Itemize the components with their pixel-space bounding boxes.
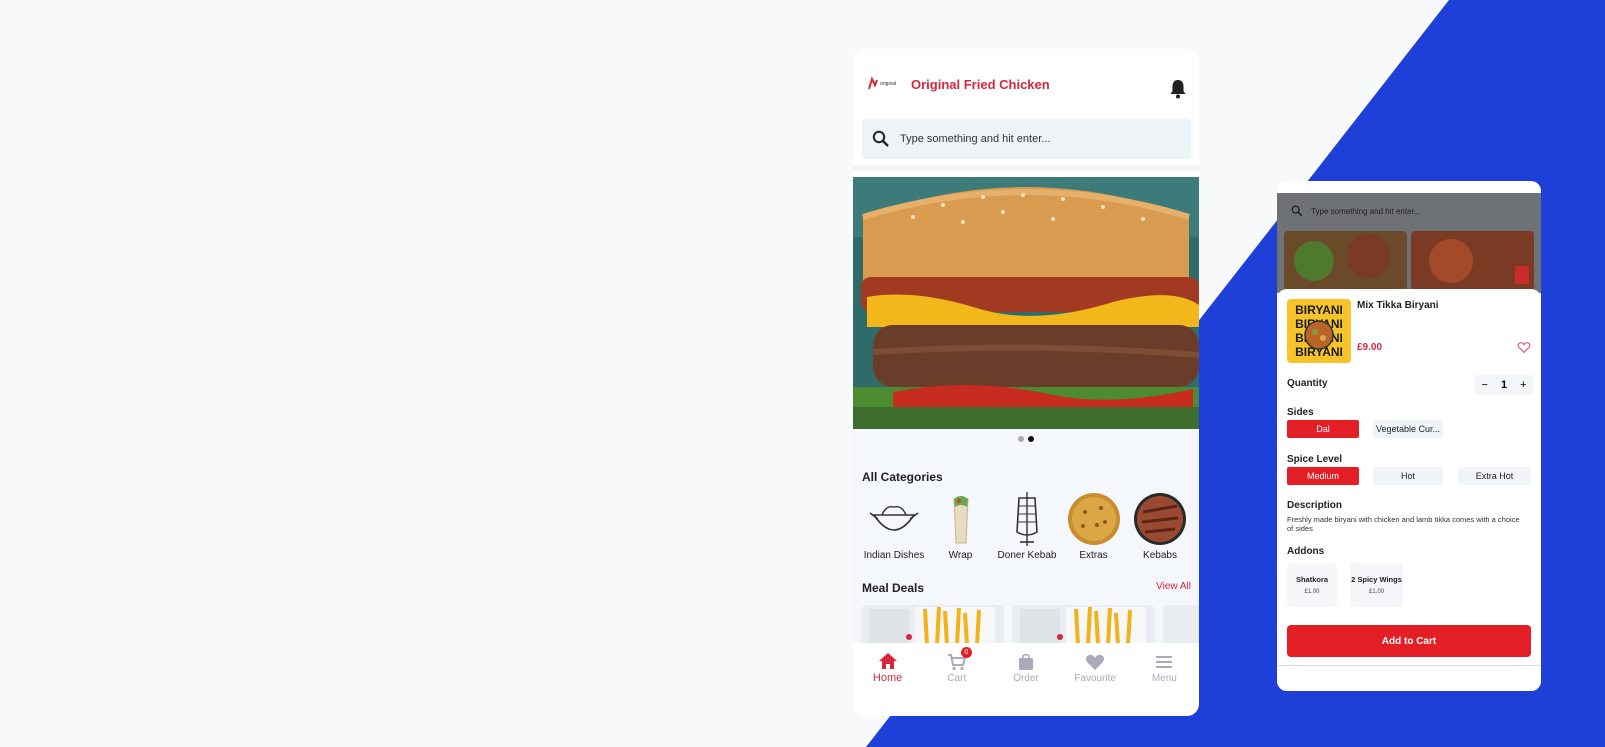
- meal-deal-card[interactable]: [1012, 605, 1155, 645]
- home-screen: original Original Fried Chicken Type som…: [853, 49, 1199, 716]
- search-icon: [872, 130, 889, 147]
- side-option-vegetable-curry[interactable]: Vegetable Cur...: [1373, 420, 1443, 438]
- decrease-button[interactable]: −: [1482, 379, 1488, 391]
- sides-label: Sides: [1287, 407, 1314, 418]
- heart-icon: [1086, 654, 1105, 670]
- categories-title: All Categories: [862, 470, 943, 484]
- bell-icon[interactable]: [1169, 79, 1187, 99]
- category-extras[interactable]: Extras: [1062, 492, 1126, 562]
- addon-name: 2 Spicy Wings: [1351, 575, 1402, 584]
- favourite-heart-icon[interactable]: [1517, 341, 1531, 354]
- search-icon: [1291, 205, 1303, 217]
- view-all-link[interactable]: View All: [1156, 581, 1191, 592]
- svg-text:original: original: [880, 81, 896, 87]
- description-label: Description: [1287, 500, 1343, 511]
- nav-label: Favourite: [1074, 672, 1116, 684]
- addons-label: Addons: [1287, 546, 1325, 557]
- category-label: Wrap: [948, 550, 973, 561]
- addon-shatkora[interactable]: Shatkora £1.00: [1287, 563, 1337, 607]
- side-option-dal[interactable]: Dal: [1287, 420, 1359, 438]
- category-label: Indian Dishes: [863, 550, 925, 561]
- product-bottom-sheet: BIRYANI BIRYANI BIRYANI BIRYANI Mix Tikk…: [1277, 289, 1541, 691]
- nav-order[interactable]: Order: [996, 653, 1056, 684]
- quantity-label: Quantity: [1287, 378, 1328, 389]
- search-bar[interactable]: Type something and hit enter...: [1277, 193, 1541, 229]
- spice-level-label: Spice Level: [1287, 454, 1343, 465]
- search-placeholder: Type something and hit enter...: [900, 133, 1051, 145]
- bottom-navigation: Home 0 Cart Order Favourite Menu: [853, 643, 1199, 693]
- category-label: Extras: [1079, 550, 1108, 561]
- food-image: [1411, 231, 1534, 291]
- addon-2-spicy-wings[interactable]: 2 Spicy Wings £1.00: [1350, 563, 1403, 607]
- carousel-dot[interactable]: [1018, 436, 1024, 442]
- nav-label: Cart: [947, 672, 967, 684]
- category-list: Indian Dishes Wrap Doner Kebab Extras Ke…: [862, 492, 1192, 562]
- extras-image: [1067, 492, 1121, 546]
- increase-button[interactable]: +: [1520, 379, 1526, 391]
- search-placeholder: Type something and hit enter...: [1311, 206, 1421, 216]
- category-label: Doner Kebab: [997, 550, 1057, 561]
- category-wrap[interactable]: Wrap: [929, 492, 993, 562]
- category-label: Kebabs: [1143, 550, 1177, 561]
- nav-menu[interactable]: Menu: [1134, 653, 1194, 684]
- carousel-indicator: [853, 436, 1199, 442]
- category-kebabs[interactable]: Kebabs: [1128, 492, 1192, 562]
- nav-label: Menu: [1151, 672, 1177, 684]
- meal-deals-title: Meal Deals: [862, 581, 925, 595]
- background-food-images: [1284, 231, 1534, 291]
- product-description: Freshly made biryani with chicken and la…: [1287, 515, 1520, 533]
- category-indian-dishes[interactable]: Indian Dishes: [862, 492, 926, 562]
- spice-option-medium[interactable]: Medium: [1287, 467, 1359, 485]
- doner-kebab-icon: [1000, 492, 1054, 546]
- nav-label: Order: [1013, 672, 1039, 684]
- addon-name: Shatkora: [1295, 575, 1329, 584]
- indian-dish-icon: [867, 492, 921, 546]
- nav-favourite[interactable]: Favourite: [1065, 653, 1125, 684]
- product-detail-screen: Type something and hit enter... BIRYANI …: [1277, 181, 1541, 691]
- promo-banner-burger[interactable]: [853, 177, 1199, 429]
- divider: [1277, 665, 1541, 666]
- meal-deal-card[interactable]: [861, 605, 1004, 645]
- product-name: Mix Tikka Biryani: [1357, 300, 1439, 311]
- svg-text:BIRYANI: BIRYANI: [1295, 303, 1343, 317]
- nav-home[interactable]: Home: [858, 652, 918, 684]
- order-bag-icon: [1018, 653, 1033, 670]
- app-title: Original Fried Chicken: [911, 76, 1050, 92]
- addon-price: £1.00: [1304, 589, 1320, 595]
- food-image: [1284, 231, 1407, 291]
- meal-deal-card[interactable]: [1163, 605, 1199, 645]
- nav-cart[interactable]: 0 Cart: [927, 646, 987, 684]
- category-doner-kebab[interactable]: Doner Kebab: [995, 492, 1059, 562]
- add-to-cart-button[interactable]: Add to Cart: [1287, 625, 1531, 657]
- meal-deals-list: [861, 605, 1199, 645]
- menu-icon: [1156, 655, 1173, 668]
- addon-price: £1.00: [1368, 589, 1384, 595]
- nav-label: Home: [872, 672, 903, 684]
- cart-badge: 0: [960, 646, 972, 658]
- spice-option-hot[interactable]: Hot: [1373, 467, 1443, 485]
- search-bar[interactable]: Type something and hit enter...: [862, 119, 1191, 159]
- quantity-stepper: − 1 +: [1475, 375, 1533, 395]
- wrap-image: [934, 492, 988, 546]
- brand-logo: original: [867, 75, 903, 93]
- divider: [853, 165, 1199, 171]
- home-icon: [878, 653, 897, 669]
- kebabs-image: [1133, 492, 1187, 546]
- app-header: original Original Fried Chicken: [853, 49, 1199, 119]
- spice-option-extra-hot[interactable]: Extra Hot: [1458, 467, 1531, 485]
- product-image: BIRYANI BIRYANI BIRYANI BIRYANI: [1287, 299, 1351, 363]
- quantity-value: 1: [1500, 379, 1508, 391]
- carousel-dot-active[interactable]: [1028, 436, 1034, 442]
- product-price: £9.00: [1357, 342, 1383, 353]
